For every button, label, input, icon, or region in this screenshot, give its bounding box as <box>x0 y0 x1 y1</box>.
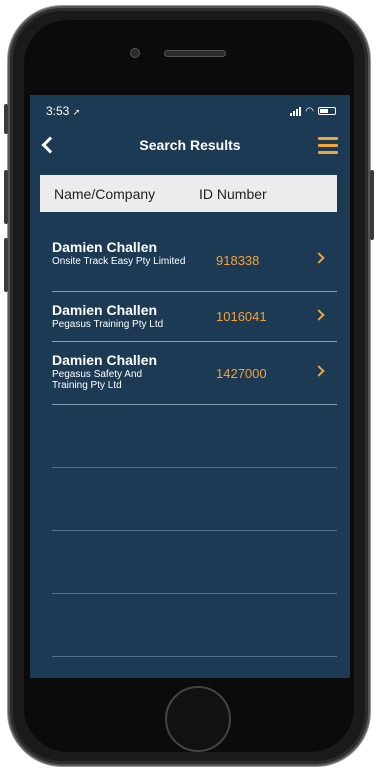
status-bar: 3:53 ➚ ◠ <box>30 95 350 127</box>
row-divider <box>52 404 337 405</box>
empty-row-divider <box>52 467 337 468</box>
earpiece-speaker <box>164 50 226 57</box>
back-button[interactable] <box>34 131 62 159</box>
column-header-id: ID Number <box>199 185 267 202</box>
page-title: Search Results <box>139 137 241 153</box>
signal-icon <box>290 106 302 116</box>
empty-row-divider <box>52 530 337 531</box>
volume-down-button <box>4 238 8 292</box>
chevron-right-icon <box>313 252 325 264</box>
result-name: Damien Challen <box>52 352 158 368</box>
result-row[interactable]: Damien Challen Pegasus Safety And Traini… <box>52 342 337 405</box>
result-name: Damien Challen <box>52 302 158 318</box>
front-camera <box>130 48 140 58</box>
result-name: Damien Challen <box>52 239 158 255</box>
navigation-bar: Search Results <box>30 127 350 163</box>
result-id: 1016041 <box>216 309 267 324</box>
app-screen: 3:53 ➚ ◠ Search Results Name/Company ID … <box>30 95 350 678</box>
location-arrow-icon: ➚ <box>72 107 81 117</box>
result-id: 918338 <box>216 253 260 268</box>
status-time: 3:53 ➚ <box>46 104 81 118</box>
status-icons: ◠ <box>290 106 336 117</box>
hamburger-menu-icon <box>318 136 338 140</box>
chevron-right-icon <box>313 365 325 377</box>
wifi-icon: ◠ <box>305 105 314 117</box>
result-company: Pegasus Training Pty Ltd <box>52 319 164 330</box>
empty-row-divider <box>52 593 337 594</box>
chevron-left-icon <box>41 136 59 154</box>
empty-row-divider <box>52 656 337 657</box>
home-button[interactable] <box>165 686 231 752</box>
result-row[interactable]: Damien Challen Pegasus Training Pty Ltd … <box>52 292 337 342</box>
result-company: Pegasus Safety And Training Pty Ltd <box>52 369 143 391</box>
power-button <box>370 170 374 240</box>
table-header: Name/Company ID Number <box>40 175 337 212</box>
mute-switch <box>4 104 8 134</box>
result-id: 1427000 <box>216 366 267 381</box>
result-company: Onsite Track Easy Pty Limited <box>52 256 186 267</box>
chevron-right-icon <box>313 309 325 321</box>
column-header-name: Name/Company <box>54 185 156 202</box>
menu-button[interactable] <box>316 134 340 156</box>
result-row[interactable]: Damien Challen Onsite Track Easy Pty Lim… <box>52 229 337 292</box>
battery-icon <box>318 107 336 115</box>
volume-up-button <box>4 170 8 224</box>
results-list: Damien Challen Onsite Track Easy Pty Lim… <box>52 229 337 405</box>
